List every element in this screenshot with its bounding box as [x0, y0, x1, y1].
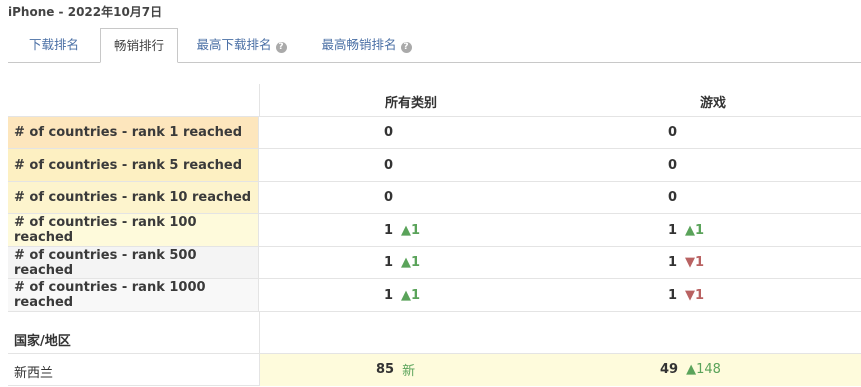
- tab-top-downloads-rank[interactable]: 最高下载排名?: [184, 28, 299, 62]
- cell-all-categories: 1 ▲1: [384, 214, 420, 246]
- tab-label: 最高下载排名: [196, 37, 272, 52]
- new-badge: 新: [402, 364, 416, 379]
- cell-all-categories: 1 ▲1: [384, 247, 420, 278]
- table-row: # of countries - rank 1000 reached 1 ▲1 …: [8, 278, 861, 311]
- arrow-down-icon: ▼1: [685, 255, 705, 270]
- row-label: # of countries - rank 10 reached: [8, 182, 259, 213]
- tab-label: 畅销排行: [113, 38, 164, 53]
- cell-value: 0: [668, 190, 678, 205]
- table-row: # of countries - rank 500 reached 1 ▲1 1…: [8, 246, 861, 278]
- tab-label: 下载排名: [28, 37, 79, 52]
- cell-value: 0: [668, 157, 678, 173]
- arrow-up-icon: ▲1: [401, 287, 421, 303]
- cell-all-categories: 85 新: [376, 354, 415, 385]
- cell-value: 1: [384, 287, 394, 303]
- cell-value: 0: [384, 190, 394, 205]
- cell-value: 0: [668, 125, 678, 140]
- cell-value: 1: [384, 222, 394, 238]
- tab-label: 最高畅销排名: [321, 37, 397, 52]
- section-title-country: 国家/地区: [14, 334, 71, 349]
- tab-downloads-rank[interactable]: 下载排名: [8, 28, 100, 62]
- cell-all-categories: 0: [384, 117, 393, 148]
- cell-value: 85: [376, 362, 395, 377]
- tab-bar: 下载排名 畅销排行 最高下载排名? 最高畅销排名?: [8, 28, 861, 63]
- table-row: # of countries - rank 10 reached 0 0: [8, 181, 861, 213]
- row-label: # of countries - rank 500 reached: [8, 247, 259, 278]
- cell-games: 1 ▲1: [668, 214, 704, 246]
- cell-all-categories: 1 ▲1: [384, 279, 420, 311]
- cell-value: 0: [384, 125, 394, 140]
- row-label: # of countries - rank 5 reached: [8, 149, 259, 181]
- table-row: # of countries - rank 5 reached 0 0: [8, 148, 861, 181]
- cell-games: 1 ▼1: [668, 247, 704, 278]
- row-label: # of countries - rank 100 reached: [8, 214, 259, 246]
- cell-all-categories: 0: [384, 149, 393, 181]
- column-header-games: 游戏: [700, 96, 727, 111]
- row-label: # of countries - rank 1000 reached: [8, 279, 259, 311]
- column-header-all-categories: 所有类别: [385, 96, 438, 111]
- row-label: # of countries - rank 1 reached: [8, 117, 259, 148]
- cell-games: 0: [668, 149, 677, 181]
- arrow-up-icon: ▲1: [401, 255, 421, 270]
- table-row: # of countries - rank 1 reached 0 0: [8, 116, 861, 148]
- cell-games: 0: [668, 117, 677, 148]
- cell-games: 0: [668, 182, 677, 213]
- cell-value: 0: [384, 157, 394, 173]
- page-title: iPhone - 2022年10月7日: [8, 5, 163, 19]
- cell-value: 1: [668, 287, 678, 303]
- arrow-down-icon: ▼1: [685, 287, 705, 303]
- country-row: 新西兰 85 新 49 ▲148: [8, 353, 861, 386]
- tab-grossing-rank[interactable]: 畅销排行: [100, 28, 178, 63]
- country-name[interactable]: 新西兰: [14, 362, 53, 381]
- tab-top-grossing-rank[interactable]: 最高畅销排名?: [309, 28, 424, 62]
- cell-value: 49: [660, 362, 679, 377]
- section-row: 国家/地区: [8, 311, 861, 354]
- table-row: # of countries - rank 100 reached 1 ▲1 1…: [8, 213, 861, 246]
- arrow-up-icon: ▲1: [401, 222, 421, 238]
- arrow-up-icon: ▲1: [685, 222, 705, 238]
- table-header-row: 所有类别 游戏: [8, 84, 861, 116]
- cell-all-categories: 0: [384, 182, 393, 213]
- cell-value: 1: [668, 222, 678, 238]
- cell-games: 1 ▼1: [668, 279, 704, 311]
- cell-value: 1: [668, 255, 678, 270]
- cell-games: 49 ▲148: [660, 354, 721, 385]
- arrow-up-icon: ▲148: [686, 362, 721, 377]
- help-circle-icon[interactable]: ?: [275, 42, 287, 53]
- help-circle-icon[interactable]: ?: [400, 42, 412, 53]
- cell-value: 1: [384, 255, 394, 270]
